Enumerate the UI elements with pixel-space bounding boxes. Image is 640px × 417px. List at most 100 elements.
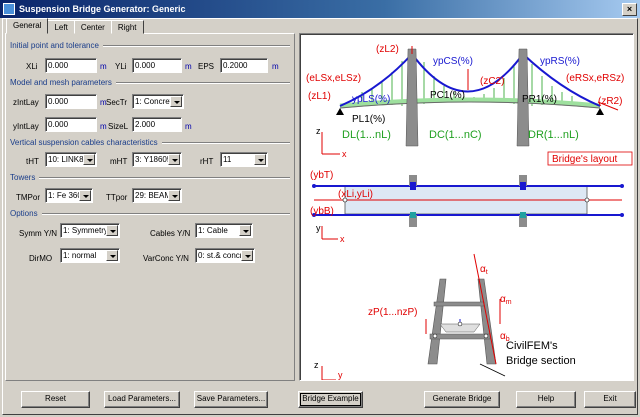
save-parameters-button[interactable]: Save Parameters... — [194, 391, 268, 408]
label-elsx: (eLSx,eLSz) — [306, 73, 361, 84]
tab-left[interactable]: Left — [47, 20, 75, 34]
mht-value: 3: Y18605 — [135, 155, 172, 164]
tmpor-label: TMPor — [16, 193, 40, 202]
chevron-down-icon — [241, 250, 253, 261]
window-title: Suspension Bridge Generator: Generic — [19, 4, 186, 14]
generate-bridge-button[interactable]: Generate Bridge — [424, 391, 500, 408]
chevron-down-icon — [106, 250, 118, 261]
xli-unit: m — [100, 62, 107, 71]
mht-select[interactable]: 3: Y18605 — [132, 152, 182, 167]
rht-label: rHT — [200, 157, 214, 166]
sectr-value: 1: Concret — [135, 97, 172, 106]
help-button[interactable]: Help — [516, 391, 576, 408]
chevron-down-icon — [239, 225, 251, 236]
tab-center[interactable]: Center — [73, 20, 112, 34]
sizel-input[interactable] — [132, 117, 182, 132]
symm-select[interactable]: 1: Symmetry — [60, 223, 120, 238]
varconc-label: VarConc Y/N — [143, 254, 189, 263]
dirmo-value: 1: normal — [63, 251, 97, 260]
exit-button[interactable]: Exit — [584, 391, 636, 408]
chevron-down-icon — [170, 96, 182, 107]
group-model-mesh: Model and mesh parameters — [10, 78, 290, 87]
plan-view — [312, 175, 624, 240]
tht-select[interactable]: 10: LINK8 — [45, 152, 97, 167]
axis-z-1: z — [316, 126, 321, 136]
label-alpha-t: αt — [480, 264, 488, 276]
tmpor-select[interactable]: 1: Fe 360 — [45, 188, 93, 203]
cables-value: 1: Cable — [198, 226, 228, 235]
alpha-m-subscript: m — [506, 299, 512, 306]
xli-input[interactable] — [45, 58, 97, 73]
axis-x-2: x — [340, 234, 345, 244]
dirmo-label: DirMO — [29, 254, 53, 263]
axis-y-2: y — [338, 370, 343, 380]
group-cables: Vertical suspension cables characteristi… — [10, 138, 290, 147]
bridge-diagram: (zL2) ypCS(%) ypRS(%) (eLSx,eLSz) (eRSx,… — [299, 33, 634, 381]
ttpor-label: TTpor — [106, 193, 128, 202]
group-initial-point: Initial point and tolerance — [10, 41, 290, 50]
yintlay-input[interactable] — [45, 117, 97, 132]
label-vpcs: ypCS(%) — [433, 56, 473, 67]
sizel-label: SizeL — [108, 122, 129, 131]
yli-input[interactable] — [132, 58, 182, 73]
label-civilfem: CivilFEM's — [506, 340, 558, 352]
mht-label: mHT — [110, 157, 128, 166]
label-pr1: PR1(%) — [522, 94, 557, 105]
yintlay-unit: m — [100, 122, 107, 131]
label-bridge-section: Bridge section — [506, 355, 576, 367]
symm-label: Symm Y/N — [19, 229, 58, 238]
label-xliyli: (xLi,yLi) — [338, 189, 373, 200]
tht-label: tHT — [26, 157, 39, 166]
xli-label: XLi — [26, 62, 38, 71]
label-ersx: (eRSx,eRSz) — [566, 73, 624, 84]
chevron-down-icon — [83, 154, 95, 165]
rht-select[interactable]: 11 — [220, 152, 268, 167]
cables-label: Cables Y/N — [150, 229, 191, 238]
tab-right[interactable]: Right — [110, 20, 144, 34]
tab-bar: General Left Center Right — [6, 18, 144, 34]
reset-button[interactable]: Reset — [21, 391, 90, 408]
label-zc2: (zC2) — [480, 76, 504, 87]
varconc-value: 0: st.& concr. — [198, 251, 245, 260]
eps-input[interactable] — [220, 58, 268, 73]
zintlay-label: zIntLay — [13, 98, 39, 107]
chevron-down-icon — [168, 154, 180, 165]
bridge-diagram-svg: (zL2) ypCS(%) ypRS(%) (eLSx,eLSz) (eRSx,… — [306, 44, 633, 380]
ttpor-select[interactable]: 29: BEAM — [132, 188, 182, 203]
yli-label: YLi — [115, 62, 127, 71]
chevron-down-icon — [254, 154, 266, 165]
chevron-down-icon — [79, 190, 91, 201]
label-alpha-m: αm — [500, 294, 512, 306]
alpha-t-subscript: t — [486, 269, 488, 276]
group-model-label: Model and mesh parameters — [10, 78, 112, 87]
axis-y-1: y — [316, 223, 321, 233]
varconc-select[interactable]: 0: st.& concr. — [195, 248, 255, 263]
label-dr: DR(1...nL) — [528, 129, 579, 141]
cables-select[interactable]: 1: Cable — [195, 223, 253, 238]
sectr-select[interactable]: 1: Concret — [132, 94, 184, 109]
app-icon — [3, 3, 15, 15]
zintlay-input[interactable] — [45, 94, 97, 109]
label-vpls: ypLS(%) — [352, 94, 390, 105]
chevron-down-icon — [168, 190, 180, 201]
sizel-unit: m — [185, 122, 192, 131]
label-zl2: (zL2) — [376, 44, 399, 55]
label-layout: Bridge's layout — [552, 154, 618, 165]
axis-z-2: z — [314, 360, 319, 370]
tht-value: 10: LINK8 — [48, 155, 84, 164]
yli-unit: m — [185, 62, 192, 71]
yintlay-label: yIntLay — [13, 122, 39, 131]
chevron-down-icon — [106, 225, 118, 236]
label-vprs: ypRS(%) — [540, 56, 580, 67]
close-button[interactable]: × — [622, 2, 637, 16]
label-dl: DL(1...nL) — [342, 129, 391, 141]
bridge-example-button[interactable]: Bridge Example — [298, 391, 363, 408]
tab-general[interactable]: General — [6, 18, 49, 34]
label-dc: DC(1...nC) — [429, 129, 482, 141]
sectr-label: SecTr — [106, 98, 128, 107]
label-zp: zP(1...nzP) — [368, 307, 417, 318]
label-pc1: PC1(%) — [430, 90, 465, 101]
dirmo-select[interactable]: 1: normal — [60, 248, 120, 263]
rht-value: 11 — [223, 155, 232, 164]
load-parameters-button[interactable]: Load Parameters... — [104, 391, 180, 408]
